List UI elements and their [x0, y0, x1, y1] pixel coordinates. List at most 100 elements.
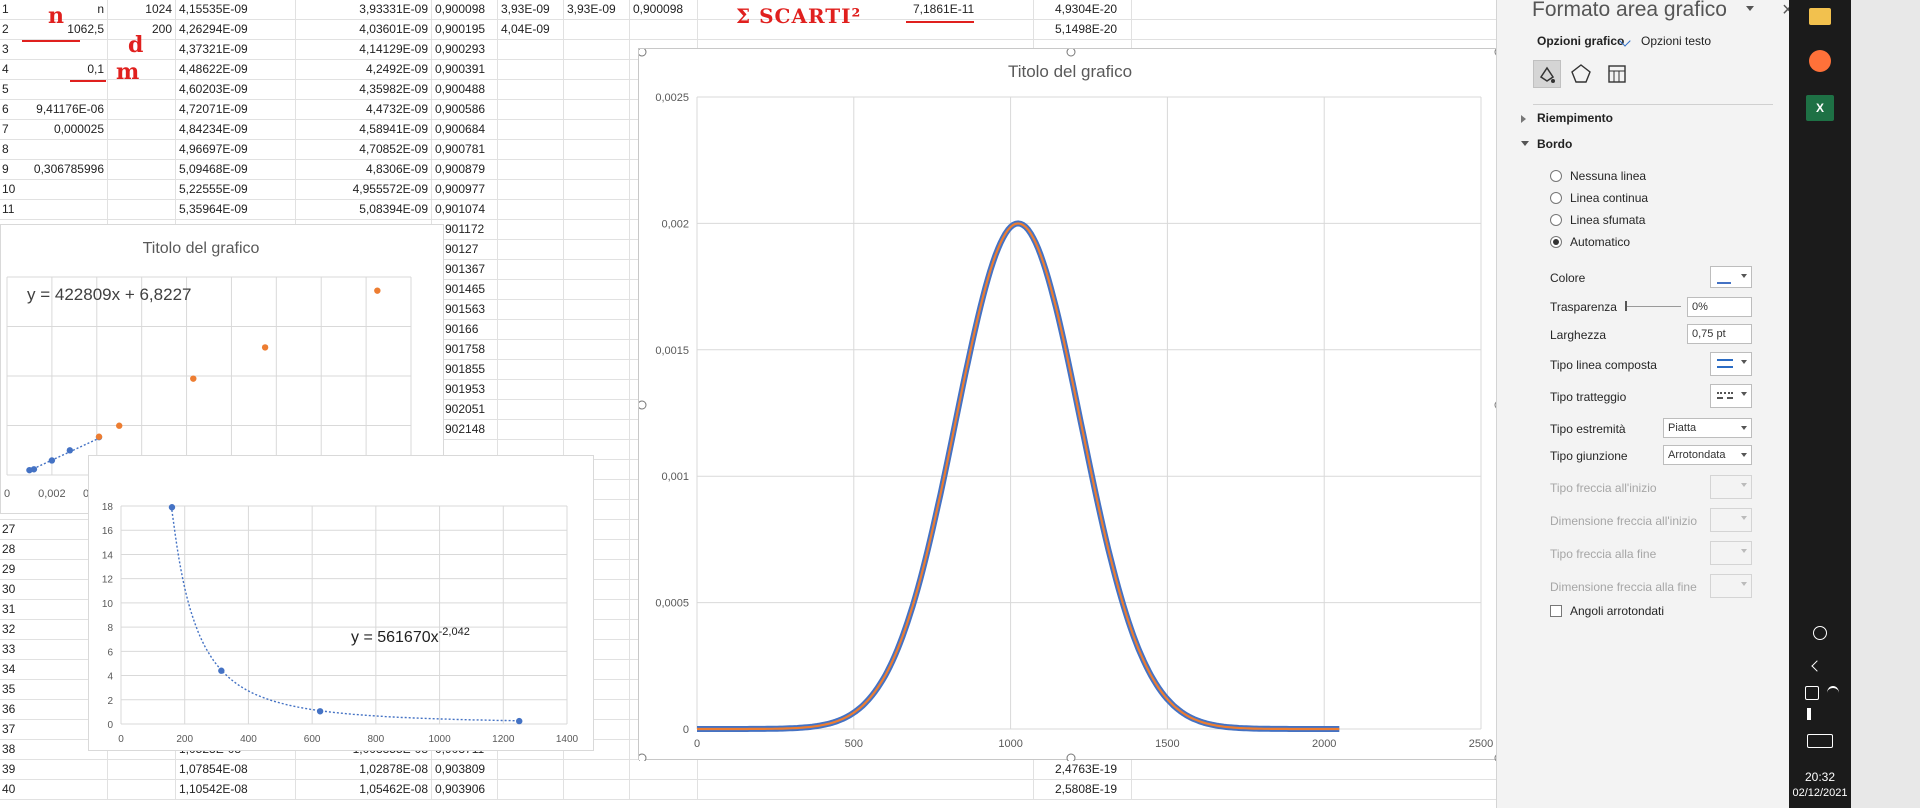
cell-e[interactable]: 0,900586	[432, 100, 498, 120]
cell-g[interactable]: 3,93E-09	[564, 0, 630, 20]
section-fill[interactable]: Riempimento	[1537, 111, 1613, 125]
expand-arrow-icon[interactable]	[1521, 115, 1526, 123]
cell-d[interactable]: 4,70852E-09	[296, 140, 432, 160]
wifi-icon[interactable]	[1827, 686, 1839, 700]
cell-f[interactable]	[498, 280, 564, 300]
cell-d[interactable]: 5,08394E-09	[296, 200, 432, 220]
cell-e[interactable]: 0,900879	[432, 160, 498, 180]
row-header[interactable]: 4	[0, 60, 26, 80]
cell-g[interactable]	[564, 780, 630, 800]
people-icon[interactable]	[1813, 626, 1827, 640]
cell-a[interactable]	[26, 180, 108, 200]
cell-g[interactable]	[564, 760, 630, 780]
row-header[interactable]: 36	[0, 700, 26, 720]
cell-a[interactable]: 1062,5	[26, 20, 108, 40]
cell-g[interactable]	[564, 60, 630, 80]
cell-c[interactable]: 4,72071E-09	[176, 100, 296, 120]
row-header[interactable]: 11	[0, 200, 26, 220]
cell-d[interactable]: 1,02878E-08	[296, 760, 432, 780]
cell-c[interactable]: 4,48622E-09	[176, 60, 296, 80]
cell-d[interactable]: 4,8306E-09	[296, 160, 432, 180]
cell-f[interactable]	[498, 340, 564, 360]
cell-c[interactable]: 4,60203E-09	[176, 80, 296, 100]
cell-f[interactable]	[498, 160, 564, 180]
cell-a[interactable]	[26, 780, 108, 800]
cell-d[interactable]: 4,2492E-09	[296, 60, 432, 80]
cell-a[interactable]	[26, 80, 108, 100]
cell-f[interactable]	[498, 80, 564, 100]
row-header[interactable]: 6	[0, 100, 26, 120]
row-header[interactable]: 9	[0, 160, 26, 180]
radio-gradient-line[interactable]	[1550, 214, 1562, 226]
spreadsheet-grid[interactable]: 1 n 1024 4,15535E-09 3,93331E-09 0,900098 3,93…	[0, 0, 1496, 808]
row-header[interactable]: 8	[0, 140, 26, 160]
table-row[interactable]: 39 1,07854E-08 1,02878E-08 0,903809 2,4763E-…	[0, 760, 1496, 780]
clock-date[interactable]: 02/12/2021	[1789, 787, 1851, 799]
table-row[interactable]: 40 1,10542E-08 1,05462E-08 0,903906 2,5808E-…	[0, 780, 1496, 800]
cell-g[interactable]	[564, 400, 630, 420]
cell-f[interactable]	[498, 140, 564, 160]
cell-a[interactable]: 0,1	[26, 60, 108, 80]
cell-f[interactable]	[498, 400, 564, 420]
row-header[interactable]: 28	[0, 540, 26, 560]
row-header[interactable]: 10	[0, 180, 26, 200]
cell-g[interactable]	[564, 80, 630, 100]
tab-chart-options[interactable]: Opzioni grafico	[1537, 34, 1624, 48]
cell-k[interactable]	[910, 760, 1034, 780]
cell-f[interactable]	[498, 260, 564, 280]
row-header[interactable]: 38	[0, 740, 26, 760]
cell-g[interactable]	[564, 140, 630, 160]
cell-b[interactable]	[108, 200, 176, 220]
cell-d[interactable]: 1,05462E-08	[296, 780, 432, 800]
format-chart-area-pane[interactable]: Formato area grafico × Opzioni grafico O…	[1496, 0, 1794, 808]
cell-g[interactable]	[564, 160, 630, 180]
dash-type-picker[interactable]	[1710, 384, 1752, 408]
cell-c[interactable]: 4,26294E-09	[176, 20, 296, 40]
rounded-corners-checkbox[interactable]	[1550, 605, 1562, 617]
cell-d[interactable]: 4,35982E-09	[296, 80, 432, 100]
cell-b[interactable]	[108, 760, 176, 780]
cell-f[interactable]	[498, 100, 564, 120]
cell-a[interactable]: 0,000025	[26, 120, 108, 140]
cell-e[interactable]: 0,900977	[432, 180, 498, 200]
cell-f[interactable]	[498, 380, 564, 400]
cell-c[interactable]: 5,09468E-09	[176, 160, 296, 180]
cell-f[interactable]	[498, 200, 564, 220]
file-explorer-icon[interactable]	[1809, 8, 1831, 25]
cell-a[interactable]: 0,306785996	[26, 160, 108, 180]
row-header[interactable]: 2	[0, 20, 26, 40]
cell-g[interactable]	[564, 220, 630, 240]
compound-type-picker[interactable]	[1710, 352, 1752, 376]
cell-e[interactable]: 0,903906	[432, 780, 498, 800]
cell-f[interactable]	[498, 420, 564, 440]
row-header[interactable]: 37	[0, 720, 26, 740]
cell-a[interactable]: 9,41176E-06	[26, 100, 108, 120]
cell-d[interactable]: 4,955572E-09	[296, 180, 432, 200]
cell-e[interactable]: 0,900684	[432, 120, 498, 140]
row-header[interactable]: 29	[0, 560, 26, 580]
cell-h[interactable]	[630, 780, 698, 800]
cell-f[interactable]: 3,93E-09	[498, 0, 564, 20]
cell-c[interactable]: 1,07854E-08	[176, 760, 296, 780]
cell-g[interactable]	[564, 180, 630, 200]
cell-k[interactable]: 7,1861E-11	[910, 0, 1034, 20]
row-header[interactable]: 32	[0, 620, 26, 640]
cell-c[interactable]: 5,35964E-09	[176, 200, 296, 220]
cell-e[interactable]: 0,900781	[432, 140, 498, 160]
cell-g[interactable]	[564, 360, 630, 380]
cell-f[interactable]	[498, 300, 564, 320]
cell-b[interactable]	[108, 140, 176, 160]
cell-a[interactable]	[26, 40, 108, 60]
cell-f[interactable]	[498, 780, 564, 800]
cell-f[interactable]	[498, 180, 564, 200]
firefox-icon[interactable]	[1809, 50, 1831, 72]
cell-d[interactable]: 3,93331E-09	[296, 0, 432, 20]
cell-g[interactable]	[564, 320, 630, 340]
cell-d[interactable]: 4,14129E-09	[296, 40, 432, 60]
cell-c[interactable]: 4,84234E-09	[176, 120, 296, 140]
cell-b[interactable]	[108, 180, 176, 200]
cell-c[interactable]: 4,37321E-09	[176, 40, 296, 60]
cell-g[interactable]	[564, 340, 630, 360]
color-picker[interactable]	[1710, 266, 1752, 288]
cell-b[interactable]	[108, 780, 176, 800]
